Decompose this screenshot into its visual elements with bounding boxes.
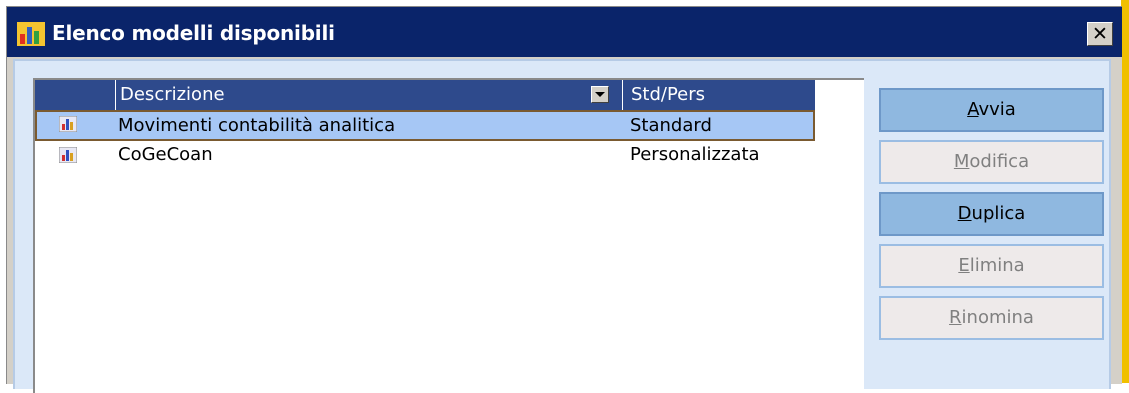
list-row-selected[interactable]: Movimenti contabilità analitica Standard bbox=[35, 110, 815, 141]
chart-icon bbox=[17, 22, 45, 46]
elimina-button[interactable]: Elimina bbox=[879, 244, 1104, 288]
button-label: uplica bbox=[971, 203, 1026, 224]
modifica-button[interactable]: Modifica bbox=[879, 140, 1104, 184]
window-edge bbox=[1121, 0, 1129, 383]
dialog-window: Elenco modelli disponibili ✕ Descrizione… bbox=[6, 6, 1122, 393]
row-type: Standard bbox=[630, 115, 712, 136]
report-chart-icon bbox=[59, 147, 77, 163]
button-label: inomina bbox=[961, 307, 1034, 328]
button-mnemonic: A bbox=[967, 99, 979, 120]
report-chart-icon bbox=[59, 116, 77, 132]
button-label: limina bbox=[969, 255, 1025, 276]
column-header-descrizione[interactable]: Descrizione bbox=[118, 80, 225, 110]
rinomina-button[interactable]: Rinomina bbox=[879, 296, 1104, 340]
row-description: CoGeCoan bbox=[118, 144, 213, 165]
dialog-content: Descrizione Std/Pers Movimenti contabili… bbox=[13, 59, 1111, 393]
button-mnemonic: D bbox=[957, 203, 972, 224]
close-button[interactable]: ✕ bbox=[1087, 22, 1113, 46]
header-separator bbox=[115, 80, 116, 110]
list-row[interactable]: CoGeCoan Personalizzata bbox=[35, 141, 815, 172]
column-header-std-pers[interactable]: Std/Pers bbox=[628, 80, 705, 110]
close-icon: ✕ bbox=[1092, 22, 1108, 45]
column-filter-dropdown[interactable] bbox=[591, 86, 609, 103]
row-type: Personalizzata bbox=[630, 144, 760, 165]
window-title: Elenco modelli disponibili bbox=[52, 21, 335, 45]
button-label: vvia bbox=[978, 99, 1016, 120]
avvia-button[interactable]: Avvia bbox=[879, 88, 1104, 132]
button-mnemonic: R bbox=[949, 307, 962, 328]
button-mnemonic: M bbox=[953, 151, 970, 172]
duplica-button[interactable]: Duplica bbox=[879, 192, 1104, 236]
models-list[interactable]: Descrizione Std/Pers Movimenti contabili… bbox=[33, 78, 864, 393]
title-bar[interactable]: Elenco modelli disponibili ✕ bbox=[7, 7, 1122, 57]
button-label: odifica bbox=[969, 151, 1030, 172]
header-separator bbox=[622, 80, 623, 110]
button-mnemonic: E bbox=[958, 255, 970, 276]
list-header: Descrizione Std/Pers bbox=[35, 80, 815, 110]
row-description: Movimenti contabilità analitica bbox=[118, 115, 396, 136]
